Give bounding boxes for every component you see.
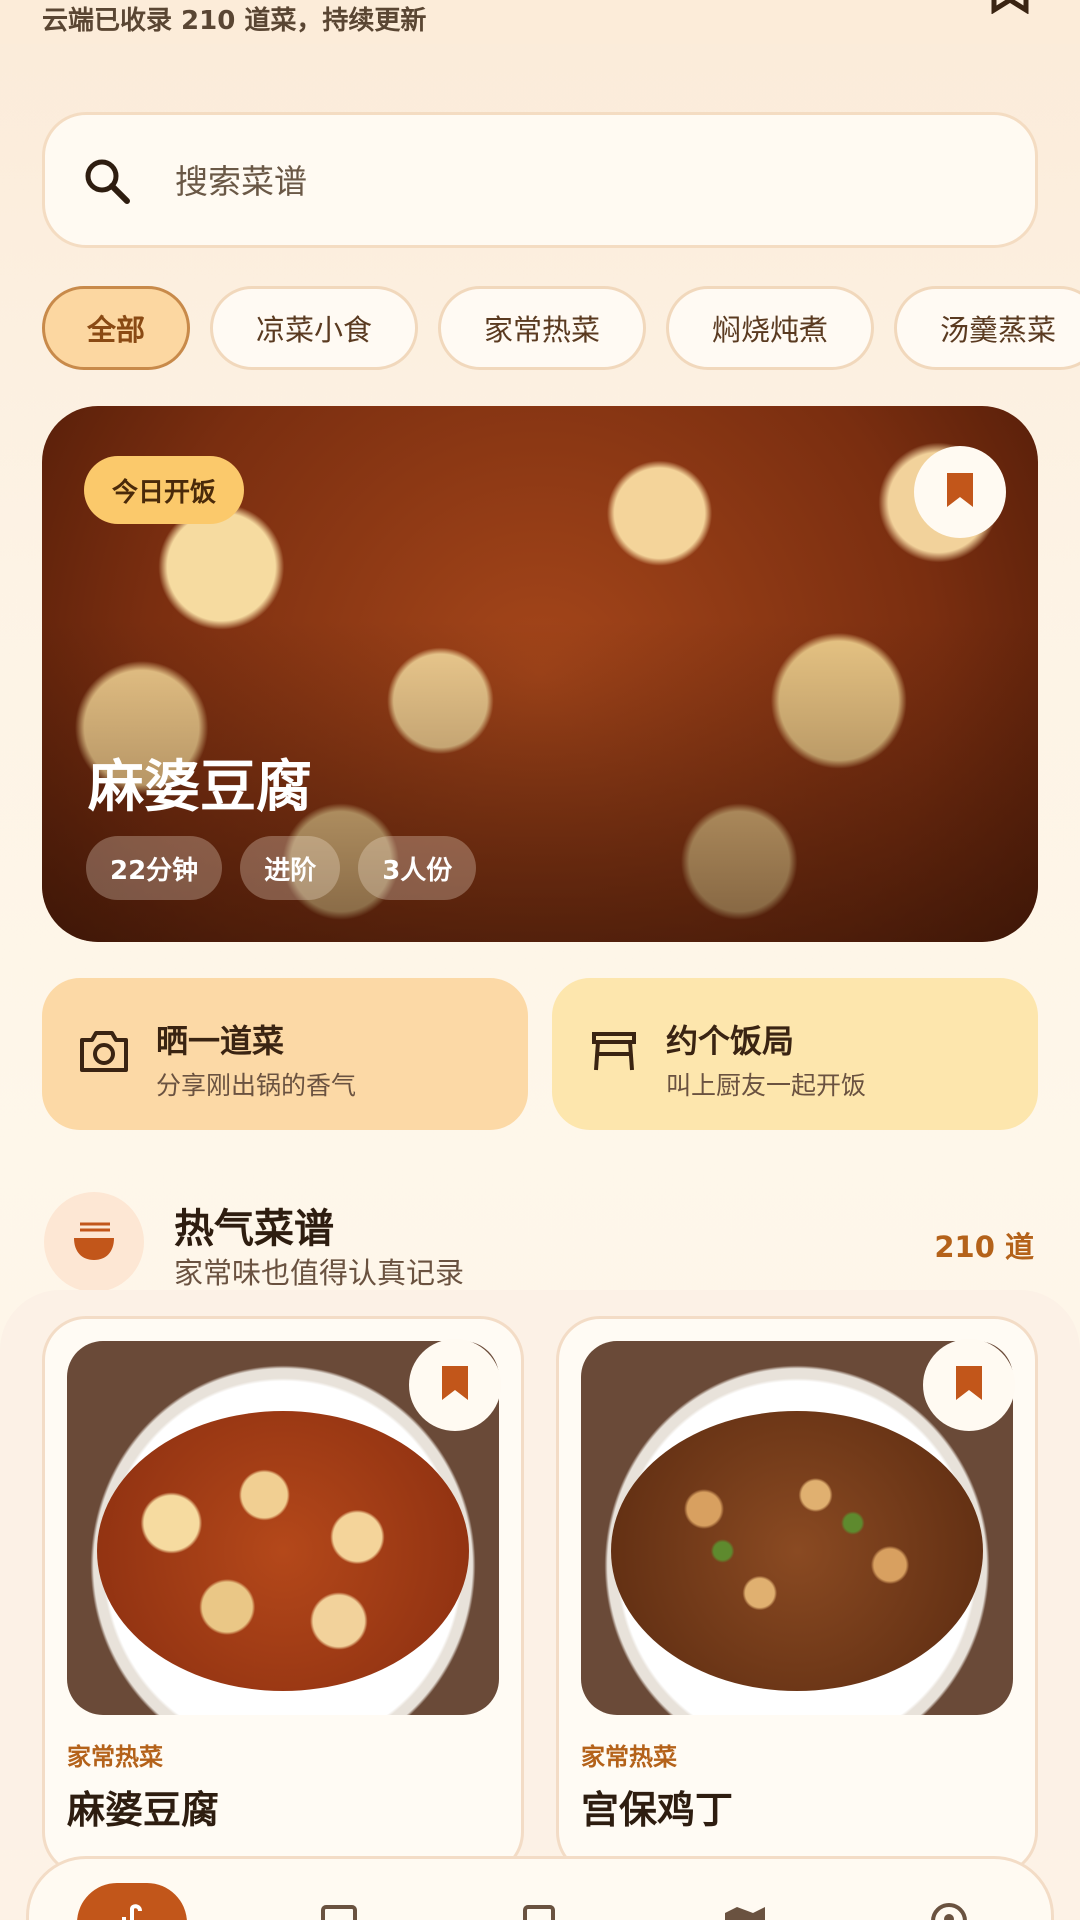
nav-book[interactable] (299, 1881, 379, 1920)
nav-list[interactable] (499, 1881, 579, 1920)
book-icon (317, 1899, 361, 1920)
search-bar[interactable] (42, 112, 1038, 248)
hero-bookmark-button[interactable] (914, 446, 1006, 538)
recipe-count: 210 道 (934, 1230, 1034, 1264)
bookmark-icon[interactable] (990, 0, 1030, 18)
search-icon (81, 155, 133, 211)
hero-title: 麻婆豆腐 (88, 755, 312, 820)
share-title: 晒一道菜 (156, 1022, 285, 1060)
recipe-card-kung-pao-chicken[interactable]: 家常热菜 宫保鸡丁 (556, 1316, 1038, 1876)
section-subtitle: 家常味也值得认真记录 (174, 1256, 465, 1290)
nav-map[interactable] (705, 1881, 785, 1920)
chip-all[interactable]: 全部 (42, 286, 190, 370)
time-tag: 22分钟 (86, 836, 223, 900)
bookmark-icon (954, 1364, 984, 1406)
bottom-nav (26, 1856, 1054, 1920)
bookmark-list-icon (517, 1899, 561, 1920)
hero-tags: 22分钟 进阶 3人份 (86, 836, 477, 900)
chip-braised[interactable]: 焖烧炖煮 (666, 286, 874, 370)
map-icon (721, 1899, 769, 1920)
nav-home[interactable] (77, 1883, 187, 1920)
recipe-name: 麻婆豆腐 (67, 1788, 220, 1832)
recipe-category: 家常热菜 (581, 1743, 677, 1771)
home-icon (112, 1901, 152, 1920)
top-header: 云端已收录 210 道菜，持续更新 (0, 0, 1080, 44)
party-title: 约个饭局 (666, 1022, 795, 1060)
share-desc: 分享刚出锅的香气 (156, 1071, 357, 1100)
noodle-bowl-icon (44, 1192, 144, 1292)
recipe-bookmark-button[interactable] (409, 1339, 501, 1431)
today-badge: 今日开饭 (84, 456, 245, 524)
recipe-name: 宫保鸡丁 (581, 1788, 734, 1832)
recipe-card-mapo-tofu[interactable]: 家常热菜 麻婆豆腐 (42, 1316, 524, 1876)
menu-icon[interactable] (864, 0, 924, 12)
recipe-bookmark-button[interactable] (923, 1339, 1015, 1431)
chip-cold-dishes[interactable]: 凉菜小食 (210, 286, 418, 370)
recipe-category: 家常热菜 (67, 1743, 163, 1771)
bookmark-icon (440, 1364, 470, 1406)
dinner-party-button[interactable]: 约个饭局 叫上厨友一起开饭 (552, 978, 1038, 1130)
search-input[interactable] (175, 151, 975, 211)
section-title: 热气菜谱 (174, 1206, 334, 1252)
party-desc: 叫上厨友一起开饭 (666, 1071, 867, 1100)
camera-icon (78, 1028, 130, 1078)
share-dish-button[interactable]: 晒一道菜 分享刚出锅的香气 (42, 978, 528, 1130)
difficulty-tag: 进阶 (240, 836, 341, 900)
featured-recipe-card[interactable]: 今日开饭 麻婆豆腐 22分钟 进阶 3人份 (42, 406, 1038, 942)
chip-home-style[interactable]: 家常热菜 (438, 286, 646, 370)
bookmark-icon (945, 471, 975, 513)
chip-soups[interactable]: 汤羹蒸菜 (894, 286, 1080, 370)
location-icon (927, 1899, 971, 1920)
table-icon (588, 1028, 640, 1078)
header-subtitle: 云端已收录 210 道菜，持续更新 (42, 6, 427, 36)
servings-tag: 3人份 (358, 836, 477, 900)
category-chips: 全部 凉菜小食 家常热菜 焖烧炖煮 汤羹蒸菜 (42, 286, 1080, 370)
nav-location[interactable] (909, 1881, 989, 1920)
